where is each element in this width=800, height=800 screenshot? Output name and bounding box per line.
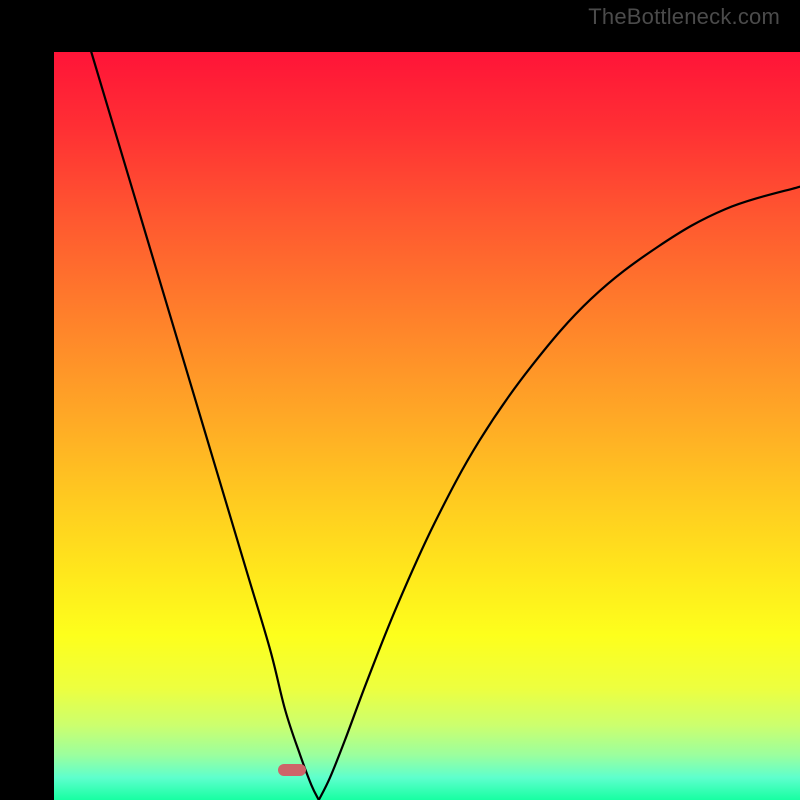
plot-area (27, 26, 773, 774)
chart-svg (54, 52, 800, 800)
watermark-text: TheBottleneck.com (588, 4, 780, 30)
minimum-marker (278, 764, 306, 776)
gradient-background (54, 52, 800, 800)
chart-frame: TheBottleneck.com (0, 0, 800, 800)
